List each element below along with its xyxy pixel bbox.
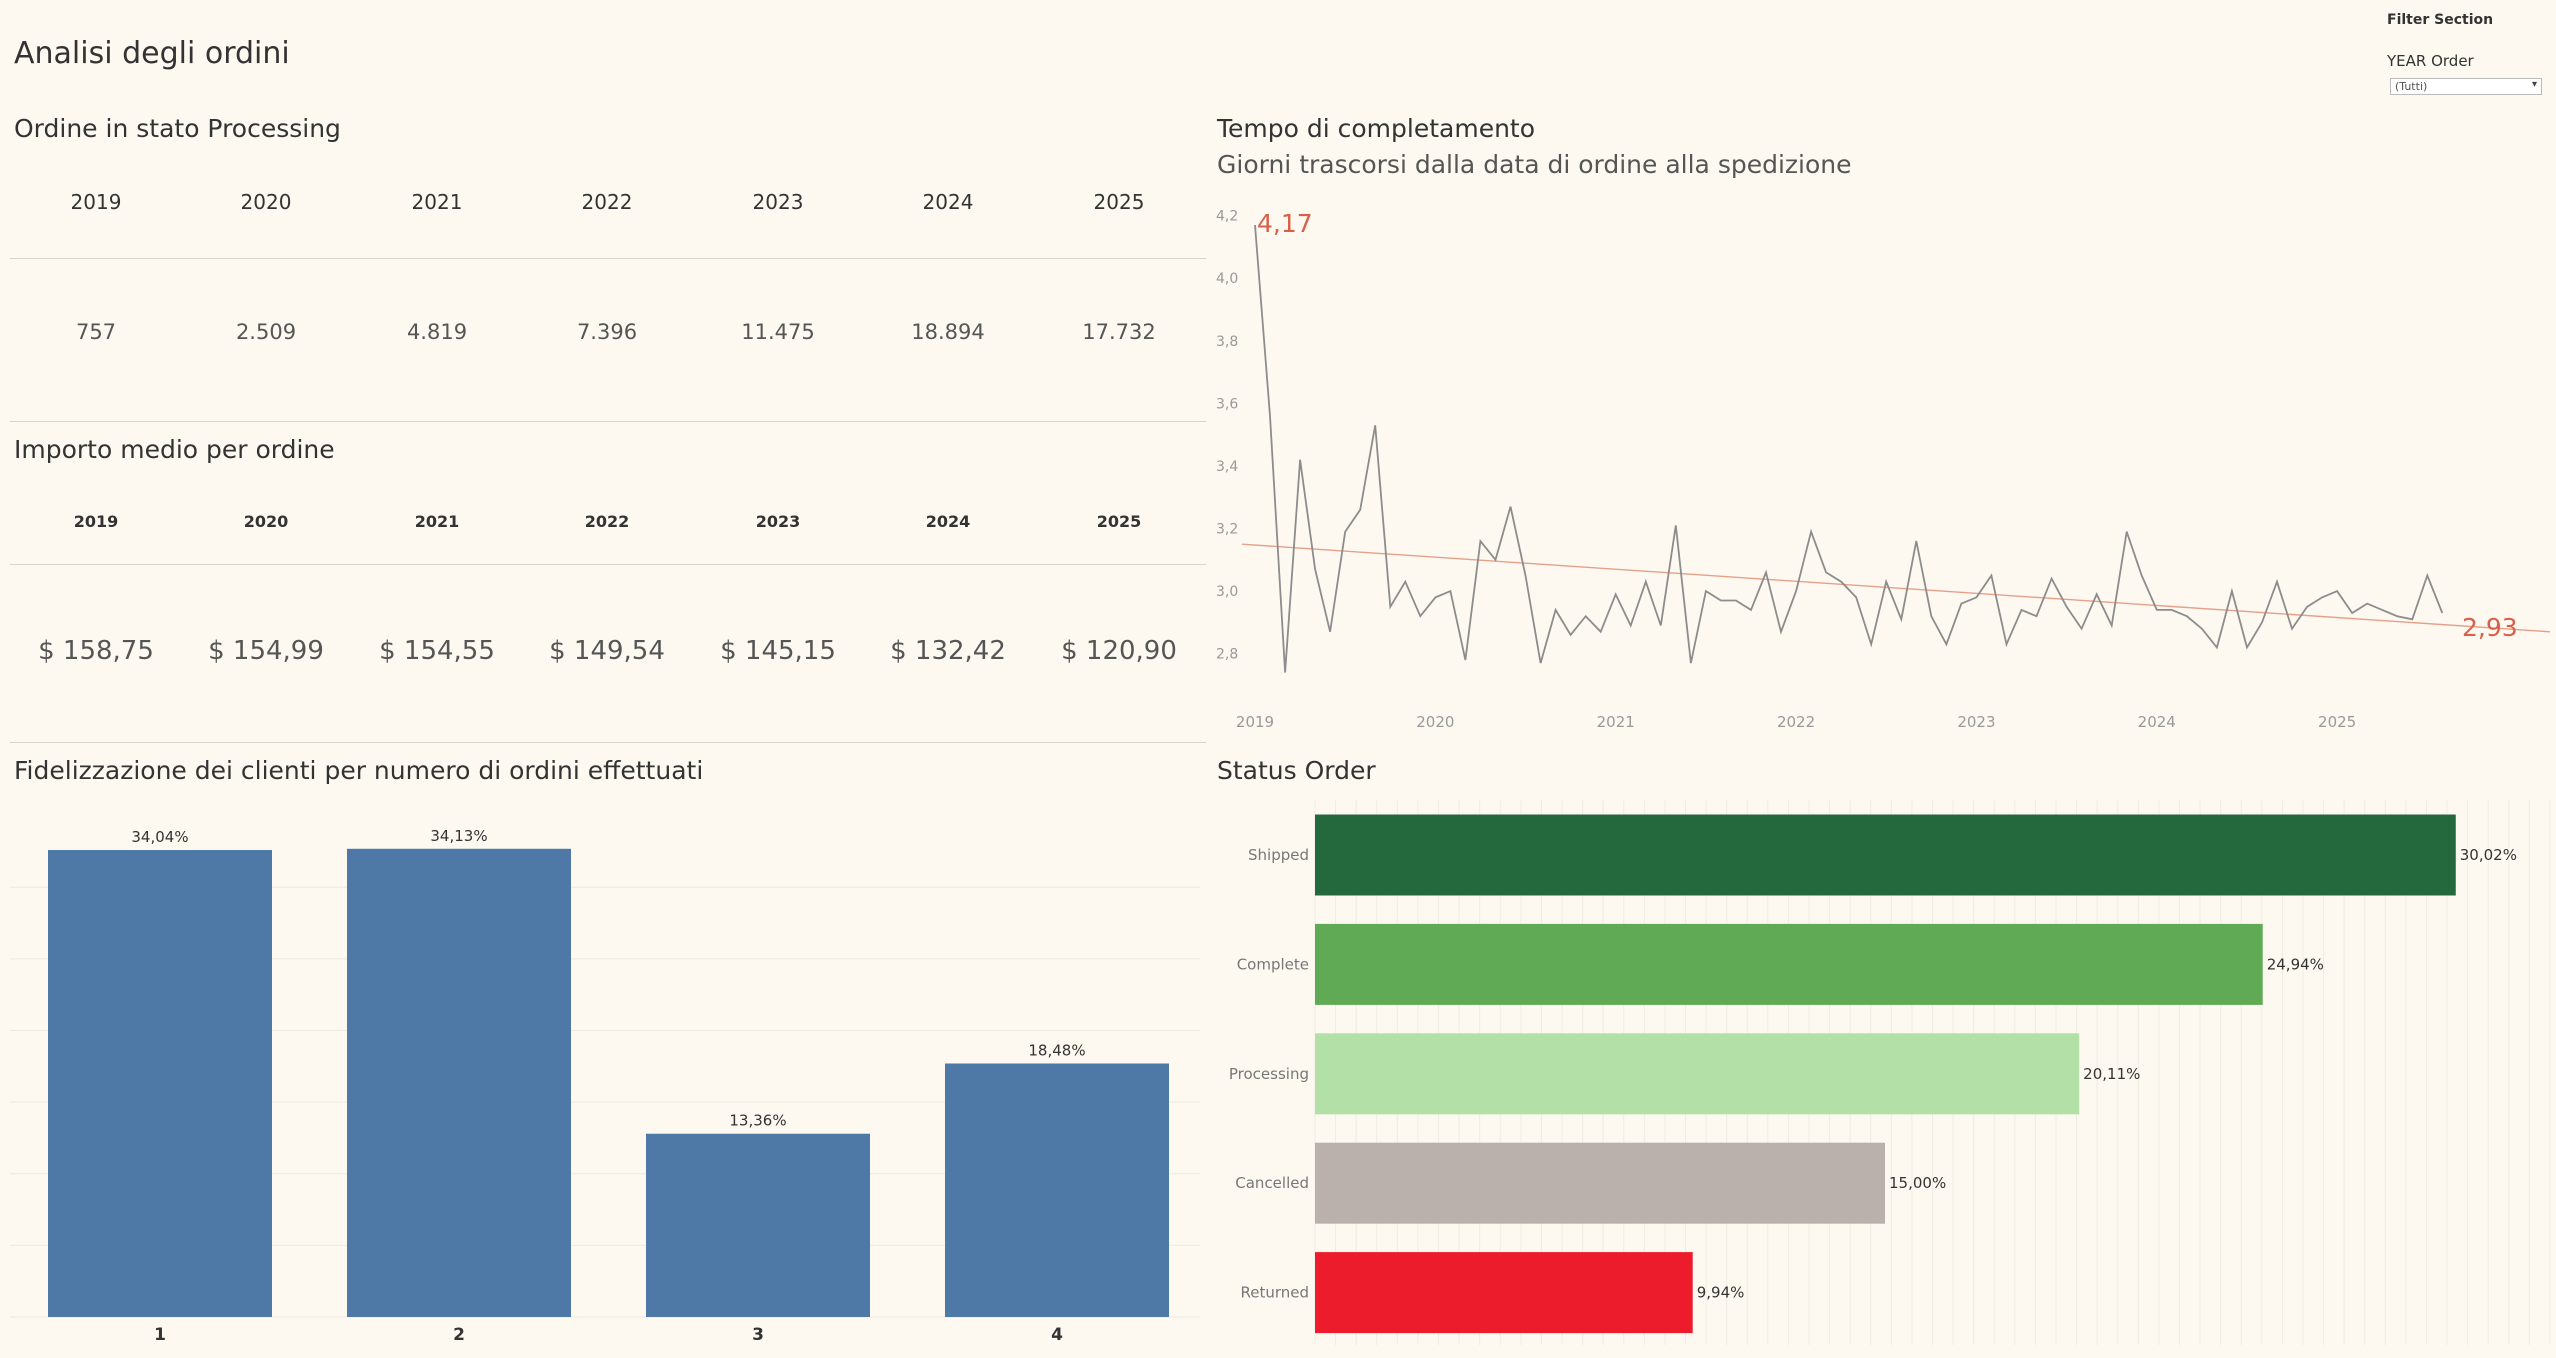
loyalty-bar-1: [48, 850, 272, 1317]
avg-amount-year-2020: 2020: [243, 512, 289, 531]
completion-line-chart: 2,8 3,0 3,2 3,4 3,6 3,8 4,0 4,2 2019 2020 2021 2022…: [1216, 209, 2551, 731]
processing-year-2025: 2025: [1093, 190, 1145, 214]
status-bar-returned: [1315, 1252, 1693, 1334]
avg-amount-value-2024: $ 132,42: [890, 636, 1006, 666]
last-value-label: 2,93: [2462, 613, 2518, 642]
loyalty-category-label: 2: [453, 1325, 465, 1345]
max-value-label: 4,17: [1257, 209, 1313, 238]
avg-amount-year-2019: 2019: [73, 512, 119, 531]
avg-amount-title: Importo medio per ordine: [14, 435, 335, 464]
avg-amount-year-2022: 2022: [584, 512, 630, 531]
avg-amount-year-2025: 2025: [1096, 512, 1142, 531]
trend-line: [1241, 543, 2551, 633]
loyalty-bar-label: 13,36%: [729, 1112, 786, 1130]
completion-series-line: [1254, 224, 2444, 673]
avg-amount-year-2023: 2023: [755, 512, 801, 531]
status-bar-complete: [1315, 923, 2263, 1005]
loyalty-bar-label: 18,48%: [1028, 1041, 1085, 1059]
processing-title: Ordine in stato Processing: [14, 114, 341, 143]
x-tick-label: 2021: [1597, 713, 1635, 731]
avg-amount-divider: [10, 564, 1206, 565]
status-bar-label: 30,02%: [2460, 846, 2517, 864]
status-category-label: Cancelled: [1235, 1174, 1309, 1192]
year-filter-value: (Tutti): [2395, 80, 2428, 93]
loyalty-title: Fidelizzazione dei clienti per numero di…: [14, 756, 704, 785]
avg-amount-value-2020: $ 154,99: [208, 636, 324, 666]
status-bar-label: 9,94%: [1697, 1284, 1745, 1302]
avg-amount-value-row: $ 158,75 $ 154,99 $ 154,55 $ 149,54 $ 14…: [0, 636, 1210, 676]
avg-amount-year-row: 2019 2020 2021 2022 2023 2024 2025: [0, 512, 1210, 542]
status-bar-cancelled: [1315, 1142, 1885, 1224]
filter-section-title: Filter Section: [2387, 12, 2494, 28]
chevron-down-icon: ▾: [2531, 79, 2537, 90]
loyalty-bar-3: [646, 1133, 870, 1317]
status-bar-label: 20,11%: [2083, 1065, 2140, 1083]
avg-amount-value-2023: $ 145,15: [720, 636, 836, 666]
processing-year-2022: 2022: [581, 190, 633, 214]
y-tick-label: 4,0: [1216, 271, 1238, 287]
x-tick-label: 2020: [1416, 713, 1454, 731]
x-tick-label: 2019: [1236, 713, 1274, 731]
processing-value-2019: 757: [75, 320, 117, 344]
status-title: Status Order: [1217, 756, 1376, 785]
avg-amount-year-2021: 2021: [414, 512, 460, 531]
status-bar-shipped: [1315, 814, 2456, 896]
y-tick-label: 4,2: [1216, 209, 1238, 225]
completion-title: Tempo di completamento: [1217, 114, 1536, 143]
loyalty-category-label: 3: [752, 1325, 764, 1345]
processing-year-2023: 2023: [752, 190, 804, 214]
processing-value-2023: 11.475: [741, 320, 815, 344]
processing-value-2022: 7.396: [576, 320, 638, 344]
y-tick-label: 3,4: [1216, 459, 1238, 475]
completion-subtitle: Giorni trascorsi dalla data di ordine al…: [1217, 150, 1852, 179]
loyalty-category-label: 1: [154, 1325, 166, 1345]
y-tick-label: 3,0: [1216, 584, 1238, 600]
avg-amount-value-2025: $ 120,90: [1061, 636, 1177, 666]
status-bar-label: 24,94%: [2267, 955, 2324, 973]
status-category-label: Processing: [1229, 1065, 1309, 1083]
y-tick-label: 3,8: [1216, 334, 1238, 350]
dashboard-title: Analisi degli ordini: [14, 36, 290, 71]
status-category-label: Complete: [1237, 955, 1309, 973]
year-filter-label: YEAR Order: [2387, 52, 2474, 70]
avg-amount-year-2024: 2024: [925, 512, 971, 531]
x-tick-label: 2022: [1777, 713, 1815, 731]
avg-amount-value-2019: $ 158,75: [38, 636, 154, 666]
loyalty-bar-label: 34,04%: [131, 828, 188, 846]
section-divider-2: [10, 742, 1206, 743]
loyalty-bar-2: [347, 848, 571, 1317]
status-category-label: Returned: [1240, 1284, 1309, 1302]
avg-amount-value-2021: $ 154,55: [379, 636, 495, 666]
y-tick-label: 3,6: [1216, 396, 1238, 412]
avg-amount-value-2022: $ 149,54: [549, 636, 665, 666]
processing-year-2024: 2024: [922, 190, 974, 214]
processing-year-row: 2019 2020 2021 2022 2023 2024 2025: [0, 190, 1210, 230]
loyalty-category-label: 4: [1051, 1325, 1063, 1345]
y-tick-label: 2,8: [1216, 647, 1238, 663]
status-bar-chart: Shipped 30,02% Complete 24,94% Processing 20,…: [1229, 800, 2551, 1345]
processing-year-2021: 2021: [411, 190, 463, 214]
processing-value-row: 757 2.509 4.819 7.396 11.475 18.894 17.7…: [0, 320, 1210, 360]
y-tick-label: 3,2: [1216, 522, 1238, 538]
loyalty-bar-4: [945, 1063, 1169, 1317]
loyalty-bar-chart: 34,04% 1 34,13% 2 13,36% 3 18,48% 4: [10, 827, 1200, 1345]
year-filter-dropdown[interactable]: (Tutti) ▾: [2390, 78, 2542, 95]
processing-value-2025: 17.732: [1082, 320, 1156, 344]
status-category-label: Shipped: [1248, 846, 1309, 864]
processing-divider: [10, 258, 1206, 259]
status-bar-processing: [1315, 1033, 2080, 1115]
processing-year-2019: 2019: [70, 190, 122, 214]
x-tick-label: 2024: [2138, 713, 2176, 731]
processing-year-2020: 2020: [240, 190, 292, 214]
processing-value-2021: 4.819: [406, 320, 468, 344]
status-bar-label: 15,00%: [1889, 1174, 1946, 1192]
x-tick-label: 2025: [2318, 713, 2356, 731]
loyalty-bar-label: 34,13%: [430, 827, 487, 845]
x-tick-label: 2023: [1957, 713, 1995, 731]
processing-value-2020: 2.509: [235, 320, 297, 344]
section-divider-1: [10, 421, 1206, 422]
processing-value-2024: 18.894: [911, 320, 985, 344]
